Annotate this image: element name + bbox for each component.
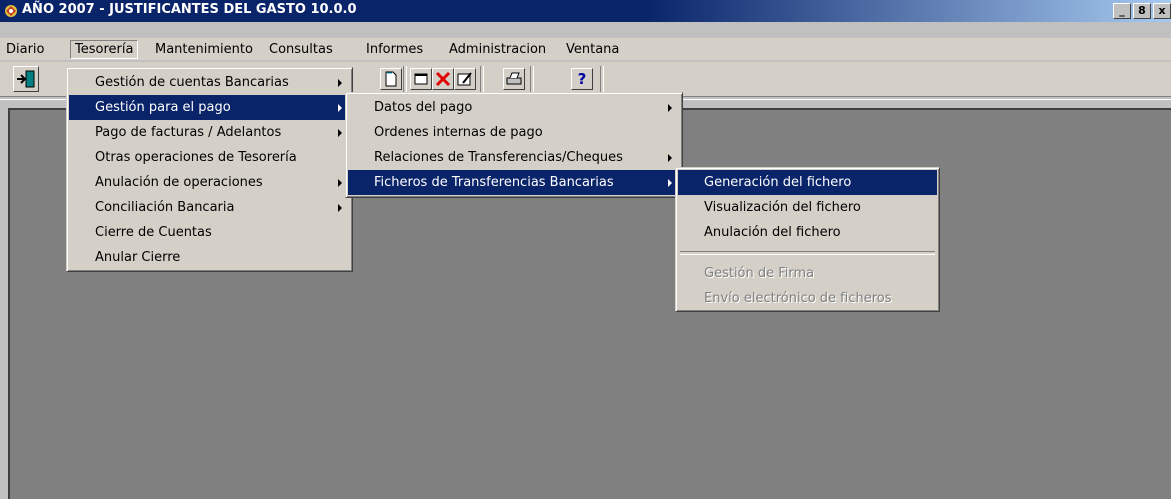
menu-item-generacion-fichero[interactable]: Generación del fichero (678, 170, 937, 195)
menu-ventana[interactable]: Ventana (562, 41, 623, 58)
menu-item-label: Anulación de operaciones (95, 175, 263, 190)
menu-item-label: Envío electrónico de ficheros (704, 291, 892, 306)
menu-item-label: Generación del fichero (704, 175, 852, 190)
maximize-button[interactable]: 8 (1133, 3, 1151, 19)
menu-item-label: Relaciones de Transferencias/Cheques (374, 150, 623, 165)
menu-item-label: Datos del pago (374, 100, 473, 115)
menu-item-conciliacion-bancaria[interactable]: Conciliación Bancaria (69, 195, 350, 220)
submenu-arrow-icon (338, 104, 342, 112)
menu-item-envio-electronico: Envío electrónico de ficheros (678, 286, 937, 311)
edit-icon (457, 72, 472, 86)
window-icon (414, 73, 428, 85)
close-button[interactable]: x (1153, 3, 1171, 19)
menu-item-gestion-firma: Gestión de Firma (678, 261, 937, 286)
title-bar: AÑO 2007 - JUSTIFICANTES DEL GASTO 10.0.… (0, 0, 1171, 22)
menu-item-label: Pago de facturas / Adelantos (95, 125, 282, 140)
new-document-button[interactable] (380, 68, 402, 90)
exit-button[interactable] (13, 66, 39, 92)
delete-icon (435, 71, 451, 87)
menu-item-anulacion-operaciones[interactable]: Anulación de operaciones (69, 170, 350, 195)
menu-item-label: Gestión de Firma (704, 266, 815, 281)
submenu-arrow-icon (668, 154, 672, 162)
menu-administracion[interactable]: Administracion (445, 41, 550, 58)
menu-informes[interactable]: Informes (362, 41, 427, 58)
menu-tesoreria[interactable]: Tesorería (70, 40, 139, 59)
menu-item-label: Gestión de cuentas Bancarias (95, 75, 289, 90)
menu-item-visualizacion-fichero[interactable]: Visualización del fichero (678, 195, 937, 220)
window-controls: _ 8 x (1111, 3, 1171, 19)
ficheros-submenu: Generación del fichero Visualización del… (675, 167, 940, 312)
submenu-arrow-icon (338, 204, 342, 212)
minimize-button[interactable]: _ (1113, 3, 1131, 19)
menu-bar: Diario Tesorería Mantenimiento Consultas… (0, 38, 1171, 60)
app-icon (5, 5, 17, 17)
menu-item-label: Conciliación Bancaria (95, 200, 235, 215)
submenu-arrow-icon (668, 179, 672, 187)
menu-item-anular-cierre[interactable]: Anular Cierre (69, 245, 350, 270)
submenu-arrow-icon (338, 179, 342, 187)
menu-item-anulacion-fichero[interactable]: Anulación del fichero (678, 220, 937, 245)
menu-item-label: Anulación del fichero (704, 225, 841, 240)
help-icon: ? (577, 70, 587, 88)
new-document-icon (385, 71, 397, 87)
menu-item-label: Anular Cierre (95, 250, 181, 265)
menu-item-ficheros-transferencias[interactable]: Ficheros de Transferencias Bancarias (348, 170, 680, 195)
menu-item-relaciones-transferencias[interactable]: Relaciones de Transferencias/Cheques (348, 145, 680, 170)
menu-item-label: Otras operaciones de Tesorería (95, 150, 297, 165)
menu-item-label: Ficheros de Transferencias Bancarias (374, 175, 614, 190)
window-button[interactable] (410, 68, 432, 90)
menu-item-label: Gestión para el pago (95, 100, 231, 115)
menu-item-ordenes-internas[interactable]: Ordenes internas de pago (348, 120, 680, 145)
print-button[interactable] (503, 68, 525, 90)
menu-mantenimiento[interactable]: Mantenimiento (151, 41, 257, 58)
exit-icon (17, 70, 35, 88)
edit-button[interactable] (454, 68, 476, 90)
menu-item-cierre-cuentas[interactable]: Cierre de Cuentas (69, 220, 350, 245)
menu-item-label: Visualización del fichero (704, 200, 861, 215)
window-title: AÑO 2007 - JUSTIFICANTES DEL GASTO 10.0.… (22, 2, 357, 17)
menu-item-otras-operaciones[interactable]: Otras operaciones de Tesorería (69, 145, 350, 170)
menu-item-label: Cierre de Cuentas (95, 225, 212, 240)
menu-consultas[interactable]: Consultas (265, 41, 337, 58)
delete-button[interactable] (432, 68, 454, 90)
tesoreria-menu: Gestión de cuentas Bancarias Gestión par… (66, 67, 353, 272)
menu-item-label: Ordenes internas de pago (374, 125, 543, 140)
submenu-arrow-icon (668, 104, 672, 112)
gestion-pago-submenu: Datos del pago Ordenes internas de pago … (345, 92, 683, 198)
menu-item-pago-facturas[interactable]: Pago de facturas / Adelantos (69, 120, 350, 145)
menu-item-datos-del-pago[interactable]: Datos del pago (348, 95, 680, 120)
print-icon (506, 72, 522, 85)
menu-item-gestion-cuentas-bancarias[interactable]: Gestión de cuentas Bancarias (69, 70, 350, 95)
submenu-arrow-icon (338, 129, 342, 137)
help-button[interactable]: ? (571, 68, 593, 90)
submenu-arrow-icon (338, 79, 342, 87)
menu-separator (680, 251, 935, 255)
menu-item-gestion-para-el-pago[interactable]: Gestión para el pago (69, 95, 350, 120)
menu-diario[interactable]: Diario (2, 41, 49, 58)
